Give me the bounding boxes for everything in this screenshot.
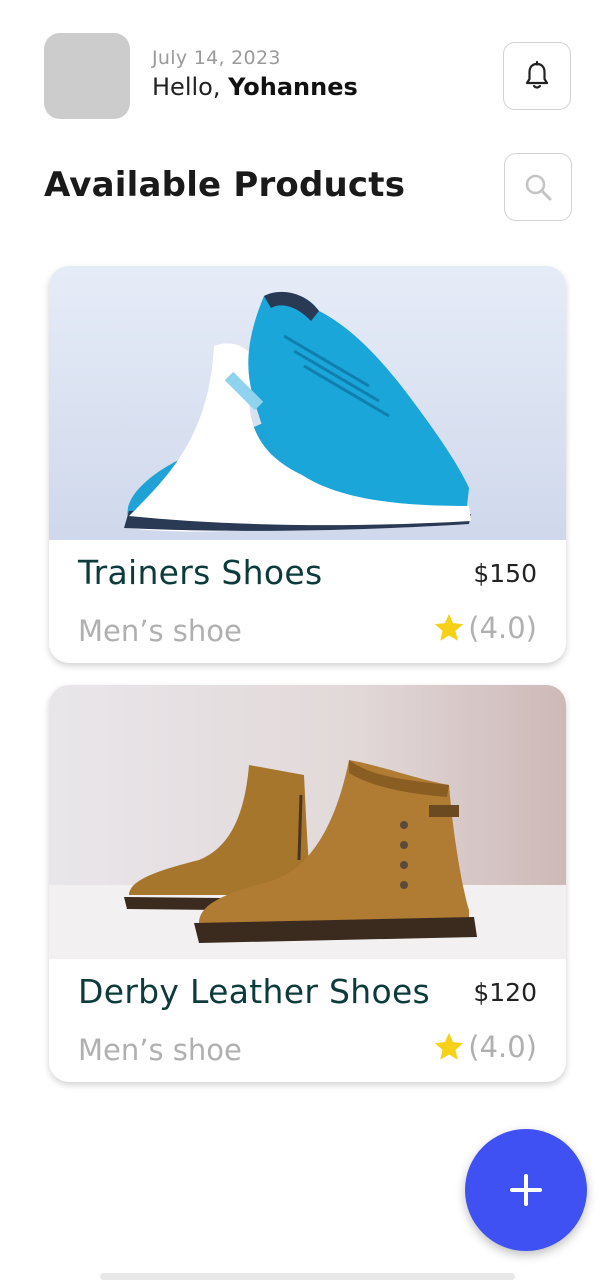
avatar[interactable]: [44, 33, 130, 119]
user-name: Yohannes: [228, 73, 358, 101]
rating-value: (4.0): [468, 1030, 537, 1064]
star-icon: [435, 1032, 464, 1060]
product-card[interactable]: Derby Leather Shoes $120 Men’s shoe (4.0…: [49, 685, 566, 1082]
greeting-line: Hello, Yohannes: [152, 73, 358, 101]
product-card[interactable]: Trainers Shoes $150 Men’s shoe (4.0): [49, 266, 566, 663]
product-category: Men’s shoe: [78, 614, 242, 648]
star-icon: [435, 613, 464, 641]
header: July 14, 2023 Hello, Yohannes: [44, 33, 571, 119]
greeting-block: July 14, 2023 Hello, Yohannes: [152, 47, 358, 101]
rating-value: (4.0): [468, 611, 537, 645]
search-icon: [525, 174, 552, 201]
product-rating: (4.0): [432, 611, 537, 645]
home-indicator: [100, 1273, 515, 1280]
product-image[interactable]: [49, 266, 566, 540]
page-title: Available Products: [44, 165, 406, 205]
plus-icon: [510, 1174, 542, 1206]
product-name: Trainers Shoes: [78, 553, 323, 592]
product-price: $120: [473, 978, 537, 1007]
greeting-text: Hello,: [152, 73, 221, 101]
product-rating: (4.0): [432, 1030, 537, 1064]
date-label: July 14, 2023: [152, 47, 281, 69]
product-name: Derby Leather Shoes: [78, 972, 431, 1011]
blue-sneakers-photo: [49, 266, 566, 540]
product-price: $150: [473, 559, 537, 588]
bell-icon: [525, 61, 549, 89]
product-image[interactable]: [49, 685, 566, 959]
product-category: Men’s shoe: [78, 1033, 242, 1067]
title-row: Available Products: [44, 153, 572, 221]
brown-leather-boots-photo: [49, 685, 566, 959]
add-product-button[interactable]: [465, 1129, 587, 1251]
notifications-button[interactable]: [503, 42, 571, 110]
search-button[interactable]: [504, 153, 572, 221]
